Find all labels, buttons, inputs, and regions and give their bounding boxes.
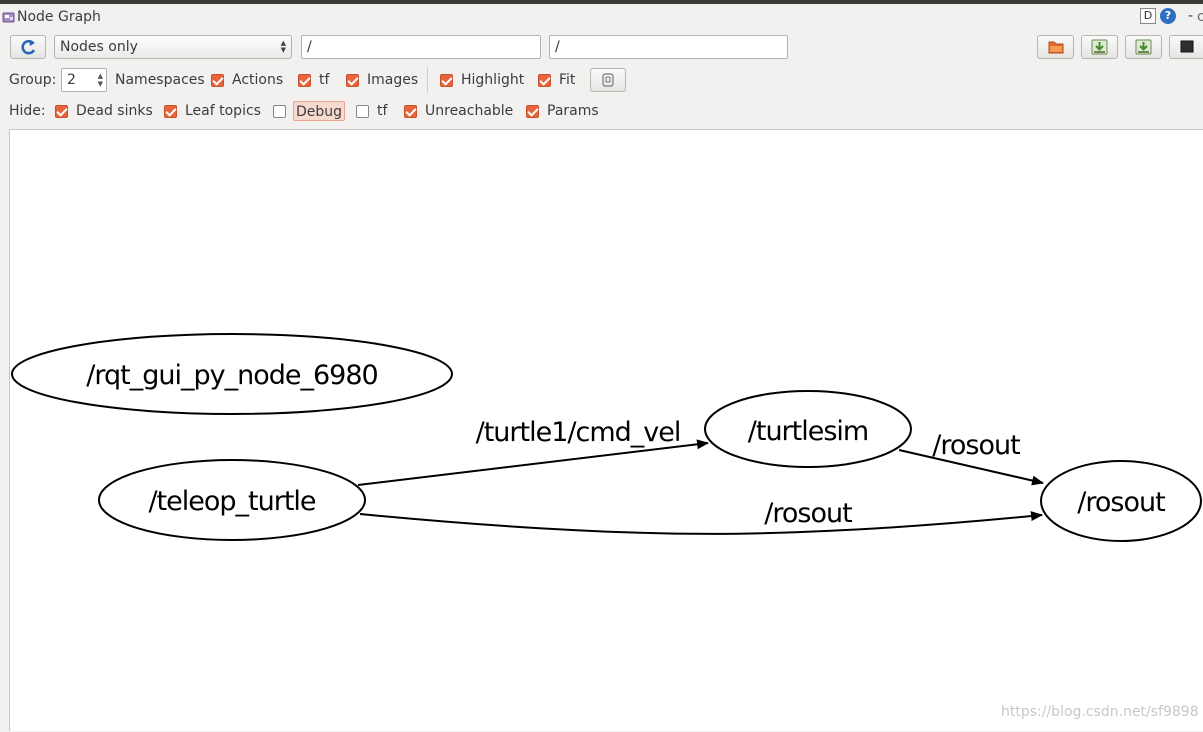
actions-checkbox[interactable]: [211, 74, 224, 87]
dock-button[interactable]: D: [1139, 8, 1156, 24]
node-label-rqt-gui: /rqt_gui_py_node_6980: [86, 360, 377, 391]
group-label: Group:: [9, 72, 57, 88]
save-image-button[interactable]: [1169, 35, 1203, 59]
save-as-svg-icon: [1135, 39, 1152, 55]
hide-label: Hide:: [9, 103, 46, 119]
help-icon[interactable]: ?: [1159, 8, 1176, 24]
edge-teleop-to-turtlesim[interactable]: [357, 439, 709, 486]
node-label-rosout: /rosout: [1077, 487, 1165, 518]
node-turtlesim[interactable]: /turtlesim: [704, 390, 912, 468]
highlight-label[interactable]: Highlight: [461, 72, 524, 88]
fit-in-view-icon: [602, 73, 614, 87]
save-as-image-icon: [1180, 40, 1194, 53]
node-teleop-turtle[interactable]: /teleop_turtle: [98, 459, 366, 541]
save-svg-button[interactable]: [1125, 35, 1162, 59]
leaf-topics-label[interactable]: Leaf topics: [185, 103, 261, 119]
node-filter-input[interactable]: /: [301, 35, 541, 59]
save-as-dot-icon: [1091, 39, 1108, 55]
select-arrows-icon: ▲ ▼: [280, 39, 286, 54]
dead-sinks-checkbox[interactable]: [55, 105, 68, 118]
edge-label-rosout-teleop: /rosout: [764, 498, 852, 529]
node-graph[interactable]: /turtle1/cmd_vel /rosout /rosout /rqt_gu…: [10, 130, 1203, 732]
leaf-topics-checkbox[interactable]: [164, 105, 177, 118]
node-rosout[interactable]: /rosout: [1040, 460, 1202, 542]
spin-arrows-icon[interactable]: ▲ ▼: [98, 72, 103, 88]
highlight-checkbox[interactable]: [440, 74, 453, 87]
topic-filter-input[interactable]: /: [549, 35, 788, 59]
images-checkbox[interactable]: [346, 74, 359, 87]
edge-label-rosout-turtlesim: /rosout: [932, 430, 1020, 461]
namespaces-label: Namespaces: [115, 72, 205, 88]
toolbar-separator: [427, 67, 428, 93]
fit-label[interactable]: Fit: [559, 72, 575, 88]
save-dot-button[interactable]: [1081, 35, 1118, 59]
title-bar-controls: D ? - c: [1139, 8, 1203, 24]
params-checkbox[interactable]: [526, 105, 539, 118]
graph-type-value: Nodes only: [60, 39, 138, 55]
images-label[interactable]: Images: [367, 72, 418, 88]
window-title: Node Graph: [17, 9, 101, 25]
refresh-icon: [21, 39, 36, 55]
tf-group-label[interactable]: tf: [319, 72, 329, 88]
node-rqt-gui[interactable]: /rqt_gui_py_node_6980: [11, 333, 453, 415]
fit-view-button[interactable]: [590, 68, 626, 92]
params-label[interactable]: Params: [547, 103, 599, 119]
group-spinbox[interactable]: 2 ▲ ▼: [61, 68, 107, 92]
watermark: https://blog.csdn.net/sf9898: [1001, 704, 1199, 720]
edge-label-cmd-vel: /turtle1/cmd_vel: [476, 417, 681, 448]
minimize-button[interactable]: -: [1188, 8, 1193, 24]
tf-group-checkbox[interactable]: [298, 74, 311, 87]
unreachable-label[interactable]: Unreachable: [425, 103, 513, 119]
graph-canvas[interactable]: /turtle1/cmd_vel /rosout /rosout /rqt_gu…: [9, 129, 1203, 731]
actions-label[interactable]: Actions: [232, 72, 283, 88]
rqt-app-icon: [2, 12, 15, 23]
title-bar: Node Graph D ? - c: [0, 4, 1203, 30]
node-label-teleop-turtle: /teleop_turtle: [148, 486, 315, 517]
tf-hide-checkbox[interactable]: [356, 105, 369, 118]
node-label-turtlesim: /turtlesim: [748, 416, 868, 447]
debug-checkbox[interactable]: [273, 105, 286, 118]
dead-sinks-label[interactable]: Dead sinks: [76, 103, 153, 119]
unreachable-checkbox[interactable]: [404, 105, 417, 118]
edge-teleop-to-rosout[interactable]: [359, 511, 1043, 535]
close-button-partial[interactable]: c: [1197, 9, 1203, 23]
graph-type-select[interactable]: Nodes only ▲ ▼: [54, 35, 292, 59]
debug-label[interactable]: Debug: [293, 101, 346, 121]
refresh-button[interactable]: [10, 35, 46, 59]
group-value: 2: [67, 72, 76, 88]
fit-checkbox[interactable]: [538, 74, 551, 87]
load-dot-button[interactable]: [1037, 35, 1074, 59]
tf-hide-label[interactable]: tf: [377, 103, 387, 119]
folder-open-icon: [1048, 41, 1064, 54]
